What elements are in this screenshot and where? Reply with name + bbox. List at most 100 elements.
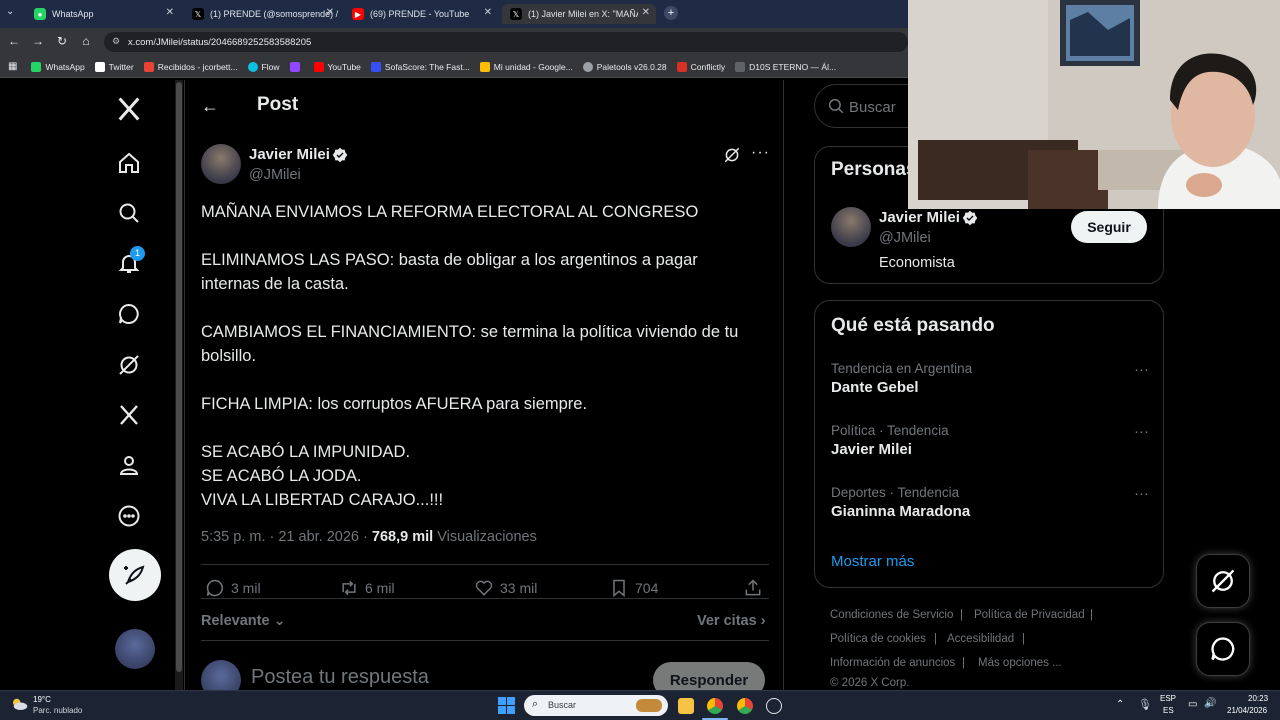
profile-icon[interactable]: [114, 450, 144, 480]
person-avatar[interactable]: [831, 207, 871, 247]
apps-grid-icon[interactable]: ▦: [8, 61, 17, 72]
sort-replies-dropdown[interactable]: Relevante ⌄: [201, 613, 286, 629]
footer-link-cookies[interactable]: Política de cookies: [830, 633, 926, 645]
start-windows-icon[interactable]: [498, 697, 515, 714]
follow-button[interactable]: Seguir: [1071, 211, 1147, 243]
premium-x-icon[interactable]: [114, 400, 144, 430]
bookmark-flow[interactable]: Flow: [247, 61, 280, 72]
heart-icon: [475, 580, 493, 596]
footer-link-accessibility[interactable]: Accesibilidad: [947, 633, 1014, 645]
taskbar-search-box[interactable]: ⌕ Buscar: [524, 695, 668, 716]
language-bottom[interactable]: ES: [1163, 706, 1174, 715]
close-icon[interactable]: ✕: [642, 7, 650, 18]
bookmark-conflictly[interactable]: Conflictly: [676, 61, 725, 72]
bookmark-button[interactable]: 704: [609, 578, 658, 598]
chrome-profile-icon[interactable]: [737, 698, 753, 714]
bookmark-twitch[interactable]: [289, 61, 304, 72]
grok-fab-button[interactable]: [1196, 554, 1250, 608]
tab-prende-youtube[interactable]: ▶ (69) PRENDE - YouTube ✕: [344, 4, 498, 24]
more-dots-icon[interactable]: ···: [1134, 361, 1149, 378]
scrollbar-thumb[interactable]: [176, 82, 182, 672]
new-tab-button[interactable]: +: [664, 6, 678, 20]
more-options-icon[interactable]: [114, 501, 144, 531]
view-quotes-link[interactable]: Ver citas ›: [697, 613, 766, 629]
search-input[interactable]: Buscar: [849, 99, 896, 116]
post-text-line: MAÑANA ENVIAMOS LA REFORMA ELECTORAL AL …: [201, 203, 699, 221]
messages-fab-button[interactable]: [1196, 622, 1250, 676]
language-top[interactable]: ESP: [1160, 694, 1176, 703]
bookmark-twitter[interactable]: Twitter: [94, 61, 134, 72]
footer-link-privacy[interactable]: Política de Privacidad: [974, 609, 1085, 621]
account-avatar[interactable]: [115, 629, 155, 669]
back-arrow-icon[interactable]: ←: [201, 96, 219, 117]
bookmark-youtube[interactable]: YouTube: [313, 61, 361, 72]
weather-temp[interactable]: 19°C: [33, 695, 51, 704]
reply-input[interactable]: Postea tu respuesta: [251, 666, 429, 689]
tab-search-chevron-icon[interactable]: ⌄: [6, 6, 14, 17]
address-bar[interactable]: ⚙ x.com/JMilei/status/204668925258358820…: [104, 32, 908, 52]
trend-category: Tendencia en Argentina: [831, 361, 973, 376]
person-name[interactable]: Javier Milei: [879, 209, 960, 226]
bookmark-drive[interactable]: Mi unidad - Google...: [479, 61, 573, 72]
tab-prende-x[interactable]: 𝕏 (1) PRENDE (@somosprende) / ✕: [184, 4, 340, 24]
bookmark-sofascore[interactable]: SofaScore: The Fast...: [370, 61, 470, 72]
trend-item[interactable]: Tendencia en Argentina Dante Gebel ···: [831, 361, 1149, 396]
more-dots-icon[interactable]: ···: [751, 144, 770, 162]
home-icon[interactable]: ⌂: [78, 34, 94, 48]
reload-icon[interactable]: ↻: [54, 34, 70, 48]
site-info-icon[interactable]: ⚙: [112, 36, 120, 47]
file-explorer-icon[interactable]: [678, 698, 694, 714]
more-dots-icon[interactable]: ···: [1134, 485, 1149, 502]
author-avatar[interactable]: [201, 144, 241, 184]
close-icon[interactable]: ✕: [166, 7, 174, 18]
close-icon[interactable]: ✕: [326, 7, 334, 18]
author-handle[interactable]: @JMilei: [249, 167, 301, 183]
trend-item[interactable]: Política · Tendencia Javier Milei ···: [831, 423, 1149, 458]
post-text-line: VIVA LA LIBERTAD CARAJO...!!!: [201, 491, 444, 509]
close-icon[interactable]: ✕: [484, 7, 492, 18]
footer-link-terms[interactable]: Condiciones de Servicio: [830, 609, 953, 621]
grok-icon[interactable]: [114, 350, 144, 380]
like-button[interactable]: 33 mil: [474, 578, 537, 598]
reply-button[interactable]: Responder: [653, 662, 765, 690]
back-arrow-icon[interactable]: ←: [6, 34, 22, 48]
bookmark-gmail[interactable]: Recibidos - jcorbett...: [143, 61, 238, 72]
bookmark-whatsapp[interactable]: WhatsApp: [31, 61, 85, 72]
post-timestamp[interactable]: 5:35 p. m. · 21 abr. 2026 ·: [201, 529, 368, 545]
volume-icon[interactable]: 🔊: [1204, 698, 1216, 709]
clock-date[interactable]: 21/04/2026: [1227, 706, 1267, 715]
clock-time[interactable]: 20:23: [1248, 694, 1268, 703]
bookmark-paletools[interactable]: Paletools v26.0.28: [582, 61, 667, 72]
scrollbar[interactable]: [175, 80, 183, 690]
more-dots-icon[interactable]: ···: [1134, 423, 1149, 440]
search-icon[interactable]: [114, 198, 144, 228]
tab-whatsapp[interactable]: ● WhatsApp ✕: [26, 4, 180, 24]
messages-icon[interactable]: [114, 299, 144, 329]
tray-chevron-up-icon[interactable]: ⌃: [1116, 699, 1124, 710]
address-url: x.com/JMilei/status/2046689252583588205: [128, 36, 312, 48]
tab-milei-post[interactable]: 𝕏 (1) Javier Milei en X: "MAÑANA ✕: [502, 4, 656, 24]
weather-desc[interactable]: Parc. nublado: [33, 706, 82, 715]
forward-arrow-icon[interactable]: →: [30, 34, 46, 48]
footer-link-ads-info[interactable]: Información de anuncios: [830, 657, 955, 669]
x-logo-icon[interactable]: [114, 94, 144, 124]
trend-item[interactable]: Deportes · Tendencia Gianinna Maradona ·…: [831, 485, 1149, 520]
notifications-bell-icon[interactable]: 1: [114, 246, 145, 278]
repost-button[interactable]: 6 mil: [339, 578, 395, 598]
x-icon: 𝕏: [510, 8, 522, 20]
reply-button[interactable]: 3 mil: [205, 578, 261, 598]
show-more-link[interactable]: Mostrar más: [831, 553, 914, 570]
footer-link-more-options[interactable]: Más opciones ...: [978, 657, 1062, 669]
author-name[interactable]: Javier Milei: [249, 146, 330, 163]
taskbar-search-input[interactable]: Buscar: [548, 700, 576, 710]
network-icon[interactable]: ▭: [1188, 699, 1197, 710]
bookmark-d10s[interactable]: D10S ETERNO — Ál...: [735, 61, 836, 72]
compose-post-button[interactable]: [109, 549, 161, 601]
chrome-icon[interactable]: [707, 698, 723, 714]
share-button[interactable]: [743, 578, 769, 598]
app-icon[interactable]: [766, 698, 782, 714]
person-handle[interactable]: @JMilei: [879, 230, 931, 246]
microphone-icon[interactable]: 🎙: [1138, 698, 1152, 711]
grok-icon[interactable]: [723, 146, 741, 169]
home-icon[interactable]: [114, 148, 144, 178]
